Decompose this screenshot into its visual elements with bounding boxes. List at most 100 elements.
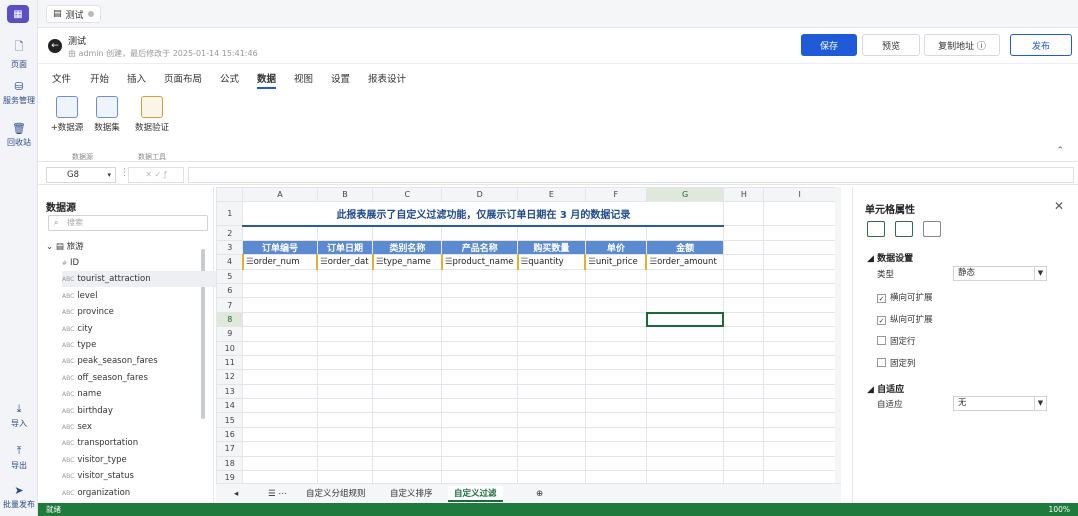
row-header[interactable]: 1 — [216, 201, 244, 227]
cell[interactable] — [584, 340, 647, 356]
row-header[interactable]: 8 — [216, 311, 244, 328]
cell[interactable] — [645, 297, 725, 313]
cell[interactable] — [645, 326, 725, 342]
cell[interactable] — [316, 297, 374, 313]
cell[interactable] — [763, 383, 836, 400]
data-field-cell[interactable]: ☰unit_price — [584, 254, 647, 270]
cell[interactable] — [517, 354, 586, 371]
cell[interactable] — [441, 426, 519, 443]
sheet-tab-filter[interactable]: 自定义过滤 — [448, 486, 503, 502]
report-header-cell[interactable]: 订单日期 — [316, 239, 374, 256]
cell[interactable] — [645, 282, 725, 299]
cell[interactable] — [242, 354, 318, 371]
cell[interactable] — [723, 412, 765, 428]
cell[interactable] — [723, 426, 765, 443]
collapse-ribbon-icon[interactable]: ⌃ — [1056, 146, 1064, 156]
cell[interactable] — [584, 326, 647, 342]
cell[interactable] — [723, 398, 765, 414]
cell[interactable] — [316, 455, 374, 472]
column-header[interactable]: H — [723, 187, 765, 203]
cell[interactable] — [763, 239, 836, 256]
datasource-field[interactable]: ABC birthday — [62, 403, 232, 419]
cell[interactable] — [763, 354, 836, 371]
row-header[interactable]: 16 — [216, 426, 244, 443]
row-header[interactable]: 10 — [216, 340, 244, 356]
add-datasource-button[interactable]: +数据源 — [50, 96, 84, 133]
cell[interactable] — [242, 297, 318, 313]
cell[interactable] — [723, 354, 765, 371]
cell[interactable] — [517, 369, 586, 385]
cell[interactable] — [517, 326, 586, 342]
cell[interactable] — [316, 426, 374, 443]
cell[interactable] — [584, 297, 647, 313]
datasource-field[interactable]: ABC level — [62, 288, 232, 304]
cell[interactable] — [763, 201, 836, 227]
datasource-field[interactable]: ABC visitor_type — [62, 452, 232, 468]
cell[interactable] — [372, 340, 443, 356]
data-field-cell[interactable]: ☰type_name — [371, 254, 443, 270]
cell[interactable] — [316, 412, 374, 428]
cell[interactable] — [763, 282, 836, 299]
datasource-search-input[interactable]: ⌕ 搜索 — [48, 215, 208, 231]
sheet-tab-group[interactable]: 自定义分组规则 — [300, 486, 372, 502]
save-button[interactable]: 保存 — [801, 34, 857, 56]
copy-address-button[interactable]: 复制地址 ⓘ — [924, 34, 1000, 56]
cell[interactable] — [763, 225, 836, 241]
cell[interactable] — [441, 412, 519, 428]
cell[interactable] — [645, 369, 725, 385]
cell[interactable] — [372, 369, 443, 385]
cell[interactable] — [242, 340, 318, 356]
datasource-field[interactable]: # ID — [62, 255, 232, 271]
cell[interactable] — [517, 297, 586, 313]
column-header[interactable]: F — [584, 187, 647, 203]
cell[interactable] — [372, 383, 443, 400]
data-field-cell[interactable]: ☰order_num — [241, 254, 318, 270]
menu-layout[interactable]: 页面布局 — [164, 71, 202, 85]
cell[interactable] — [723, 225, 765, 241]
cell[interactable] — [763, 311, 836, 328]
row-header[interactable]: 9 — [216, 326, 244, 342]
cell[interactable] — [763, 455, 836, 472]
cell[interactable] — [723, 268, 765, 284]
cell[interactable] — [441, 369, 519, 385]
row-header[interactable]: 3 — [216, 239, 244, 256]
checkbox-vertical-expand[interactable]: ✓ 纵向可扩展 — [877, 313, 933, 325]
report-header-cell[interactable]: 订单编号 — [242, 239, 318, 256]
cell[interactable] — [372, 297, 443, 313]
cell[interactable] — [723, 455, 765, 472]
cell[interactable] — [645, 426, 725, 443]
cell[interactable] — [517, 455, 586, 472]
autofit-select[interactable]: 无 ▼ — [953, 396, 1047, 411]
cell[interactable] — [584, 282, 647, 299]
row-header[interactable]: 18 — [216, 455, 244, 472]
report-header-cell[interactable]: 类别名称 — [372, 239, 443, 256]
cell[interactable] — [316, 470, 374, 483]
cell[interactable] — [723, 441, 765, 457]
cell[interactable] — [645, 441, 725, 457]
menu-view[interactable]: 视图 — [294, 71, 313, 85]
cell[interactable] — [441, 340, 519, 356]
rail-service[interactable]: ⛁ 服务管理 — [0, 80, 38, 106]
row-header[interactable]: 19 — [216, 470, 244, 483]
sheet-list-icon[interactable]: ☰ ⋯ — [262, 486, 293, 502]
rail-import[interactable]: ⤓ 导入 — [0, 402, 38, 429]
cell[interactable] — [584, 470, 647, 483]
datasource-field[interactable]: ABC off_season_fares — [62, 370, 232, 386]
tree-root[interactable]: ⌄ ▤ 旅游 — [46, 239, 216, 255]
grid-corner[interactable] — [216, 187, 244, 203]
sheet-prev-icon[interactable]: ◂ — [228, 486, 244, 502]
rail-pages[interactable]: 🗋 页面 — [0, 38, 38, 70]
cell[interactable] — [584, 426, 647, 443]
checkbox-horizontal-expand[interactable]: ✓ 横向可扩展 — [877, 291, 933, 303]
dataset-button[interactable]: 数据集 — [90, 96, 124, 133]
cell[interactable] — [441, 326, 519, 342]
checkbox-fixed-row[interactable]: 固定行 — [877, 335, 916, 347]
cell[interactable] — [372, 326, 443, 342]
report-header-cell[interactable]: 产品名称 — [441, 239, 519, 256]
data-field-cell[interactable]: ☰product_name — [440, 254, 519, 270]
cell[interactable] — [242, 369, 318, 385]
datasource-field[interactable]: ABC organization — [62, 485, 232, 501]
datasource-field[interactable]: ABC city — [62, 321, 232, 337]
cell[interactable] — [372, 412, 443, 428]
cell[interactable] — [723, 369, 765, 385]
